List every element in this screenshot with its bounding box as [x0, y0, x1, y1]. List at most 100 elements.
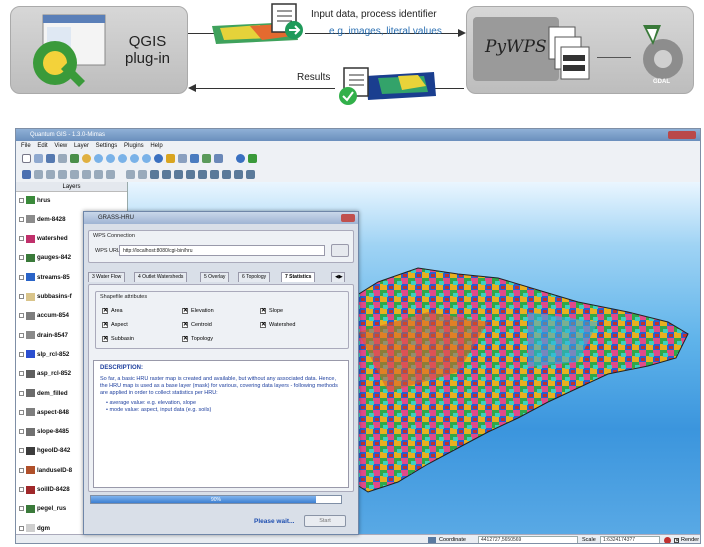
menu-layer[interactable]: Layer — [74, 143, 89, 149]
layer-visibility-checkbox[interactable] — [19, 197, 24, 203]
wps-globe-icon[interactable] — [236, 154, 245, 163]
menu-help[interactable]: Help — [150, 143, 162, 149]
stop-render-icon[interactable] — [664, 537, 671, 543]
capture-polygon-icon[interactable] — [58, 169, 67, 179]
attr-watershed-checkbox[interactable]: ✕ Watershed — [260, 322, 295, 328]
tab-overlay[interactable]: 5 Overlay — [200, 272, 230, 282]
layer-visibility-checkbox[interactable] — [19, 371, 24, 377]
capture-point-icon[interactable] — [34, 169, 43, 179]
layer-item[interactable]: slope-8485 — [19, 427, 69, 436]
attr-subbasin-checkbox[interactable]: ✕ Subbasin — [102, 336, 134, 342]
layer-visibility-checkbox[interactable] — [19, 390, 24, 396]
map-tips-icon[interactable] — [190, 154, 199, 163]
measure-icon[interactable] — [178, 154, 187, 163]
zoom-full-icon[interactable] — [118, 154, 127, 163]
attr-aspect-checkbox[interactable]: ✕ Aspect — [102, 322, 128, 328]
layer-item[interactable]: hgeoID-842 — [19, 446, 70, 455]
layer-visibility-checkbox[interactable] — [19, 467, 24, 473]
tab-scroll-arrows[interactable]: ◀▶ — [331, 272, 345, 282]
layer-visibility-checkbox[interactable] — [19, 274, 24, 280]
layer-item[interactable]: dgm — [19, 524, 50, 533]
select-icon[interactable] — [214, 154, 223, 163]
layer-visibility-checkbox[interactable] — [19, 313, 24, 319]
add-spatialite-icon[interactable] — [198, 169, 207, 179]
grass-icon[interactable] — [248, 154, 257, 163]
layer-visibility-checkbox[interactable] — [19, 506, 24, 512]
layer-item[interactable]: dem-8428 — [19, 215, 66, 224]
layer-visibility-checkbox[interactable] — [19, 351, 24, 357]
redo-icon[interactable] — [138, 169, 147, 179]
overview-icon[interactable] — [234, 169, 243, 179]
new-layer-icon[interactable] — [210, 169, 219, 179]
zoom-out-icon[interactable] — [106, 154, 115, 163]
layer-visibility-checkbox[interactable] — [19, 255, 24, 261]
add-postgis-icon[interactable] — [174, 169, 183, 179]
cut-icon[interactable] — [82, 169, 91, 179]
edit-pencil-icon[interactable] — [22, 169, 31, 179]
identify-icon[interactable] — [166, 154, 175, 163]
attr-slope-checkbox[interactable]: ✕ Slope — [260, 308, 283, 314]
layer-item[interactable]: hrus — [19, 196, 50, 204]
dialog-close-button[interactable] — [341, 214, 355, 222]
layer-visibility-checkbox[interactable] — [19, 332, 24, 338]
capture-line-icon[interactable] — [46, 169, 55, 179]
layer-item[interactable]: drain-8547 — [19, 331, 68, 340]
layer-item[interactable]: pegel_rus — [19, 504, 66, 513]
layer-item[interactable]: streams-85 — [19, 273, 70, 282]
menu-file[interactable]: File — [21, 143, 31, 149]
layer-visibility-checkbox[interactable] — [19, 236, 24, 242]
menu-plugins[interactable]: Plugins — [124, 143, 144, 149]
connect-button[interactable] — [331, 244, 349, 257]
remove-layer-icon[interactable] — [222, 169, 231, 179]
attr-area-checkbox[interactable]: ✕ Area — [102, 308, 123, 314]
open-project-icon[interactable] — [34, 154, 43, 163]
attr-topology-checkbox[interactable]: ✕ Topology — [182, 336, 213, 342]
attr-centroid-checkbox[interactable]: ✕ Centroid — [182, 322, 212, 328]
print-icon[interactable] — [58, 154, 67, 163]
menu-edit[interactable]: Edit — [37, 143, 47, 149]
scale-field[interactable]: 1:63241743?7 — [600, 536, 660, 543]
paste-icon[interactable] — [106, 169, 115, 179]
layer-visibility-checkbox[interactable] — [19, 429, 24, 435]
show-all-icon[interactable] — [246, 169, 255, 179]
zoom-last-icon[interactable] — [142, 154, 151, 163]
tab-statistics[interactable]: 7 Statistics — [281, 272, 316, 282]
tab-water-flow[interactable]: 3 Water Flow — [88, 272, 126, 282]
zoom-layer-icon[interactable] — [130, 154, 139, 163]
add-wms-icon[interactable] — [186, 169, 195, 179]
menu-settings[interactable]: Settings — [96, 143, 118, 149]
window-controls[interactable] — [668, 131, 696, 139]
add-raster-icon[interactable] — [162, 169, 171, 179]
layer-item[interactable]: gauges-842 — [19, 253, 71, 262]
refresh-icon[interactable] — [154, 154, 163, 163]
layer-item[interactable]: dem_filled — [19, 389, 68, 397]
layer-item[interactable]: watershed — [19, 234, 68, 243]
add-vector-icon[interactable] — [150, 169, 159, 179]
new-project-icon[interactable] — [22, 154, 31, 163]
layer-item[interactable]: accum-854 — [19, 311, 69, 320]
save-project-icon[interactable] — [46, 154, 55, 163]
layer-visibility-checkbox[interactable] — [19, 448, 24, 454]
layer-visibility-checkbox[interactable] — [19, 487, 24, 492]
plugin-icon[interactable] — [70, 154, 79, 163]
layer-item[interactable]: asp_rcl-852 — [19, 369, 71, 378]
coordinate-field[interactable]: 4412727,5650569 — [478, 536, 578, 543]
attr-elevation-checkbox[interactable]: ✕ Elevation — [182, 308, 214, 314]
menu-view[interactable]: View — [54, 143, 67, 149]
layer-item[interactable]: landuseID-8 — [19, 466, 72, 475]
layer-visibility-checkbox[interactable] — [19, 294, 24, 299]
layer-visibility-checkbox[interactable] — [19, 409, 24, 415]
tab-outlet-watersheds[interactable]: 4 Outlet Watersheds — [134, 272, 188, 282]
render-checkbox[interactable]: ✕ — [674, 538, 679, 543]
copy-icon[interactable] — [94, 169, 103, 179]
layer-item[interactable]: aspect-848 — [19, 408, 69, 417]
zoom-in-icon[interactable] — [94, 154, 103, 163]
layer-item[interactable]: soilID-8428 — [19, 485, 70, 494]
layer-visibility-checkbox[interactable] — [19, 525, 24, 531]
move-feature-icon[interactable] — [70, 169, 79, 179]
undo-icon[interactable] — [126, 169, 135, 179]
layer-visibility-checkbox[interactable] — [19, 216, 24, 222]
layer-item[interactable]: slp_rcl-852 — [19, 350, 69, 359]
tab-topology[interactable]: 6 Topology — [238, 272, 271, 282]
layer-item[interactable]: subbasins-f — [19, 292, 72, 301]
